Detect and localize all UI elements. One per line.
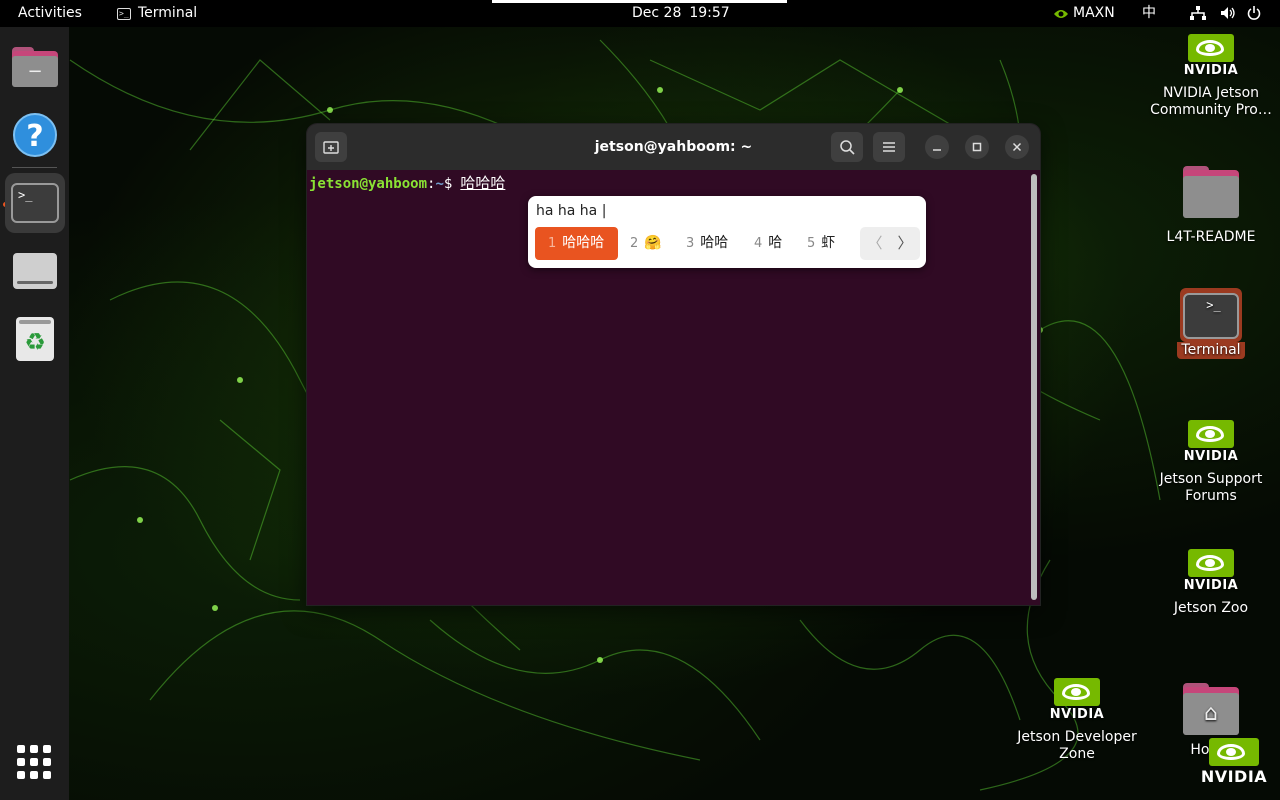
- window-title: jetson@yahboom: ~: [594, 139, 753, 155]
- network-icon[interactable]: [1190, 0, 1206, 27]
- trash-icon: ♻: [16, 317, 54, 361]
- dock: − ? >_ ♻: [0, 27, 69, 800]
- ime-candidate[interactable]: 1 哈哈哈: [535, 227, 618, 260]
- candidate-number: 2: [630, 236, 639, 251]
- ime-prev-button[interactable]: 〈: [860, 227, 890, 260]
- clock-time: 19:57: [689, 5, 730, 21]
- desktop-icon-community[interactable]: NVIDIA NVIDIA Jetson Community Pro…: [1146, 34, 1276, 119]
- terminal-icon: >_: [117, 7, 131, 20]
- nvidia-logo-icon: NVIDIA: [1182, 34, 1240, 78]
- terminal-titlebar[interactable]: jetson@yahboom: ~: [307, 124, 1040, 170]
- new-tab-button[interactable]: [315, 132, 347, 162]
- candidate-text: 虾: [821, 235, 836, 251]
- disk-icon: [13, 253, 57, 289]
- minimize-button[interactable]: [925, 135, 949, 159]
- maximize-icon: [972, 142, 982, 152]
- minimize-icon: [933, 149, 941, 151]
- clock-date: Dec 28: [632, 5, 682, 21]
- candidate-text: 哈哈: [700, 235, 729, 251]
- new-tab-icon: [323, 141, 339, 154]
- power-mode-label: MAXN: [1073, 5, 1115, 21]
- nvidia-logo-icon: NVIDIA: [1182, 420, 1240, 464]
- folder-icon: [1183, 166, 1239, 218]
- top-bar: Activities >_ Terminal Dec 28 19:57 MAXN …: [0, 0, 1280, 27]
- terminal-icon: >_: [1183, 293, 1239, 339]
- ime-preedit-text: ha ha ha |: [536, 203, 607, 219]
- ime-next-button[interactable]: 〉: [890, 227, 920, 260]
- search-button[interactable]: [831, 132, 863, 162]
- menu-button[interactable]: [873, 132, 905, 162]
- power-icon[interactable]: [1247, 0, 1261, 27]
- ime-pager: 〈 〉: [860, 227, 920, 260]
- close-button[interactable]: [1005, 135, 1029, 159]
- desktop-icon-support-forums[interactable]: NVIDIA Jetson Support Forums: [1146, 420, 1276, 505]
- folder-icon: −: [12, 47, 58, 87]
- desktop-icon-l4t-readme[interactable]: L4T-README: [1146, 166, 1276, 246]
- dock-disk[interactable]: [5, 241, 65, 301]
- scrollbar[interactable]: [1031, 174, 1037, 600]
- command-input[interactable]: 哈哈哈: [460, 174, 505, 192]
- app-menu[interactable]: >_ Terminal: [117, 0, 197, 27]
- desktop-icon-label: Jetson Support Forums: [1159, 471, 1263, 504]
- dock-terminal[interactable]: >_: [5, 173, 65, 233]
- dock-trash[interactable]: ♻: [5, 309, 65, 369]
- nvidia-logo-icon: NVIDIA: [1182, 549, 1240, 593]
- prompt-dollar: $: [443, 176, 453, 192]
- close-icon: [1012, 142, 1022, 152]
- desktop-icon-label: Terminal: [1177, 342, 1245, 359]
- candidate-number: 1: [548, 236, 557, 251]
- candidate-number: 3: [686, 236, 695, 251]
- search-icon: [840, 140, 855, 155]
- maximize-button[interactable]: [965, 135, 989, 159]
- candidate-text: 哈哈哈: [562, 235, 605, 251]
- prompt-line: jetson@yahboom:~$ 哈哈哈: [309, 172, 505, 193]
- nvidia-icon: [1054, 9, 1068, 18]
- activities-button[interactable]: Activities: [18, 0, 82, 27]
- nvidia-watermark: NVIDIA: [1198, 738, 1270, 786]
- desktop-icon-developer-zone[interactable]: NVIDIA Jetson Developer Zone: [1012, 678, 1142, 763]
- candidate-text: 哈: [768, 235, 783, 251]
- desktop-icon-label: Jetson Developer Zone: [1017, 729, 1137, 762]
- ime-candidate[interactable]: 3 哈哈: [678, 227, 736, 260]
- ime-candidate[interactable]: 5虾: [799, 227, 843, 260]
- hamburger-icon: [883, 142, 895, 152]
- ime-candidate[interactable]: 4哈: [746, 227, 790, 260]
- help-icon: ?: [13, 113, 57, 157]
- clock[interactable]: Dec 28 19:57: [632, 0, 730, 27]
- desktop-icon-terminal[interactable]: >_ Terminal: [1146, 288, 1276, 359]
- show-apps-button[interactable]: [17, 745, 51, 779]
- terminal-icon: >_: [11, 183, 59, 223]
- home-folder-icon: ⌂: [1183, 683, 1239, 735]
- volume-icon[interactable]: [1220, 0, 1236, 27]
- dock-help[interactable]: ?: [5, 105, 65, 165]
- power-mode-indicator[interactable]: MAXN: [1053, 0, 1115, 27]
- desktop-icon-jetson-zoo[interactable]: NVIDIA Jetson Zoo: [1146, 549, 1276, 617]
- dock-files[interactable]: −: [5, 37, 65, 97]
- input-method-indicator[interactable]: 中: [1142, 0, 1156, 27]
- candidate-number: 4: [754, 236, 763, 251]
- dock-separator: [12, 167, 57, 168]
- desktop-icon-label: NVIDIA Jetson Community Pro…: [1150, 85, 1272, 118]
- desktop-icon-label: Jetson Zoo: [1173, 600, 1249, 616]
- ime-candidate[interactable]: 2 🤗: [622, 227, 670, 260]
- candidate-number: 5: [807, 236, 816, 251]
- ime-candidate-popup: ha ha ha | 1 哈哈哈 2 🤗 3 哈哈 4哈 5虾 〈 〉: [528, 196, 926, 268]
- app-menu-label: Terminal: [138, 5, 198, 21]
- candidate-emoji: 🤗: [644, 235, 662, 251]
- prompt-user: jetson@yahboom: [309, 176, 428, 192]
- prompt-path: ~: [435, 176, 444, 192]
- nvidia-logo-icon: NVIDIA: [1048, 678, 1106, 722]
- desktop-icon-label: L4T-README: [1166, 229, 1256, 245]
